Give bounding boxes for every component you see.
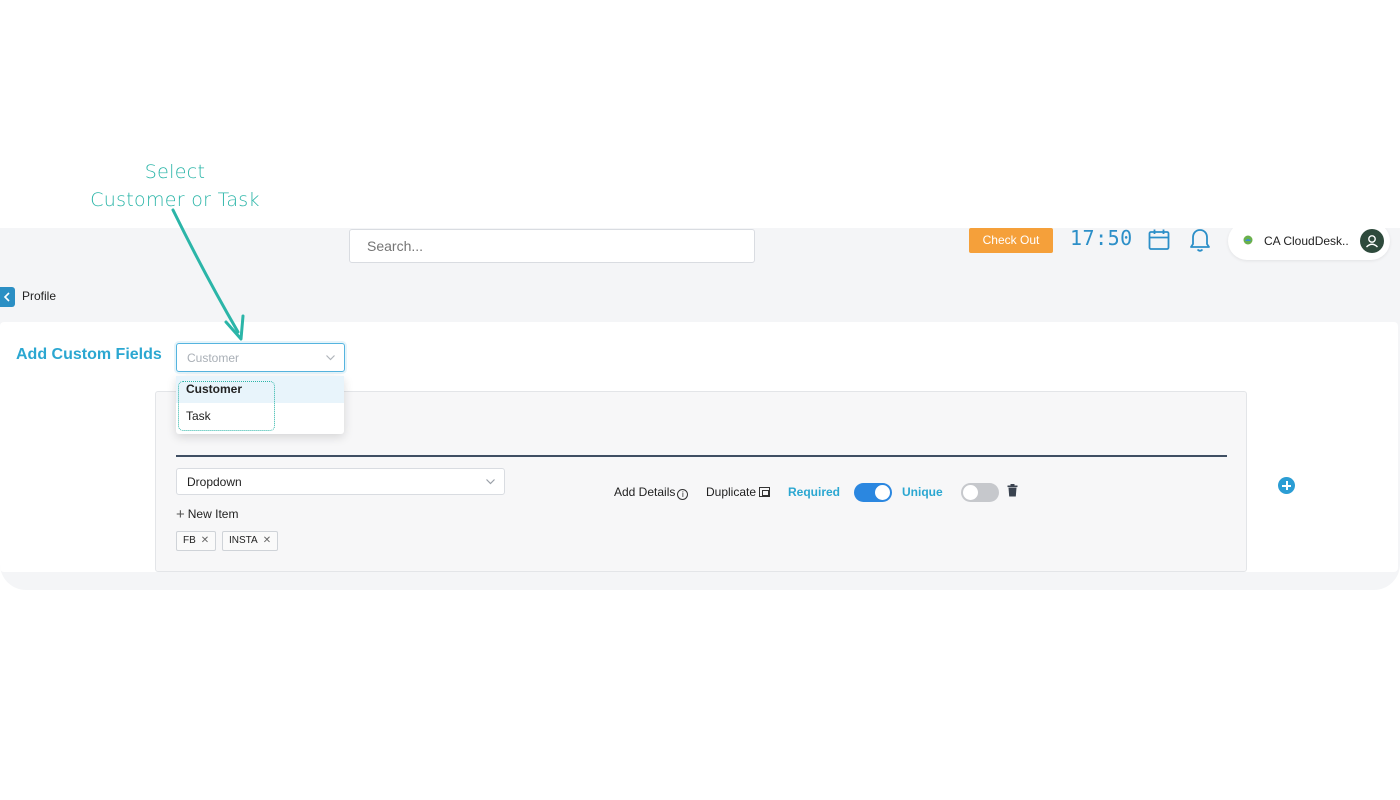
option-task[interactable]: Task	[176, 403, 344, 430]
add-details-button[interactable]: Add Details i	[614, 485, 689, 500]
close-icon[interactable]: ✕	[263, 535, 271, 546]
chevron-down-icon	[486, 479, 495, 485]
duplicate-label: Duplicate	[706, 485, 757, 499]
chevron-left-icon	[3, 292, 10, 302]
breadcrumb[interactable]: Profile	[22, 289, 56, 303]
user-icon	[1366, 235, 1378, 248]
entity-type-select[interactable]: Customer	[176, 343, 345, 372]
check-out-button[interactable]: Check Out	[969, 228, 1053, 253]
close-icon[interactable]: ✕	[201, 535, 209, 546]
duplicate-icon	[759, 487, 771, 497]
chevron-down-icon	[326, 355, 335, 361]
field-name-underline[interactable]	[176, 455, 1227, 457]
add-details-label: Add Details	[614, 485, 676, 499]
account-menu[interactable]: CA CloudDesk..	[1228, 228, 1390, 260]
org-logo-icon	[1243, 235, 1253, 245]
field-type-value: Dropdown	[187, 475, 242, 489]
annotation-line-2: Customer or Task	[90, 189, 260, 211]
plus-icon: +	[176, 506, 185, 523]
org-name: CA CloudDesk..	[1264, 234, 1349, 248]
clock-display: 17:50	[1070, 228, 1133, 250]
unique-toggle[interactable]	[961, 483, 999, 502]
item-tag: FB ✕	[176, 531, 217, 551]
back-button[interactable]	[0, 287, 15, 307]
field-type-select[interactable]: Dropdown	[176, 468, 505, 495]
info-icon: i	[677, 489, 689, 500]
unique-label: Unique	[902, 485, 943, 499]
bell-icon[interactable]	[1188, 228, 1212, 254]
new-item-button[interactable]: + New Item	[176, 506, 238, 523]
trash-icon[interactable]	[1007, 484, 1018, 497]
app-window: Check Out 17:50 CA CloudDesk.. Profile A…	[0, 228, 1400, 590]
duplicate-button[interactable]: Duplicate	[706, 485, 771, 499]
entity-type-menu: Customer Task	[176, 376, 344, 434]
entity-type-value: Customer	[187, 351, 240, 365]
add-field-button[interactable]	[1278, 477, 1295, 494]
avatar[interactable]	[1360, 229, 1384, 253]
option-customer[interactable]: Customer	[176, 376, 344, 403]
new-item-label: New Item	[187, 507, 239, 521]
required-toggle[interactable]	[854, 483, 892, 502]
calendar-icon[interactable]	[1147, 228, 1171, 252]
page-title: Add Custom Fields	[16, 346, 162, 363]
required-label: Required	[788, 485, 841, 499]
item-tag-label: INSTA	[229, 535, 258, 546]
item-tag: INSTA ✕	[222, 531, 279, 551]
item-tag-label: FB	[183, 535, 196, 546]
custom-fields-card: Add Custom Fields Customer Dropdown + New…	[0, 322, 1398, 572]
search-input[interactable]	[349, 229, 755, 263]
annotation-callout: Select Customer or Task	[80, 158, 270, 214]
annotation-line-1: Select	[144, 161, 206, 183]
